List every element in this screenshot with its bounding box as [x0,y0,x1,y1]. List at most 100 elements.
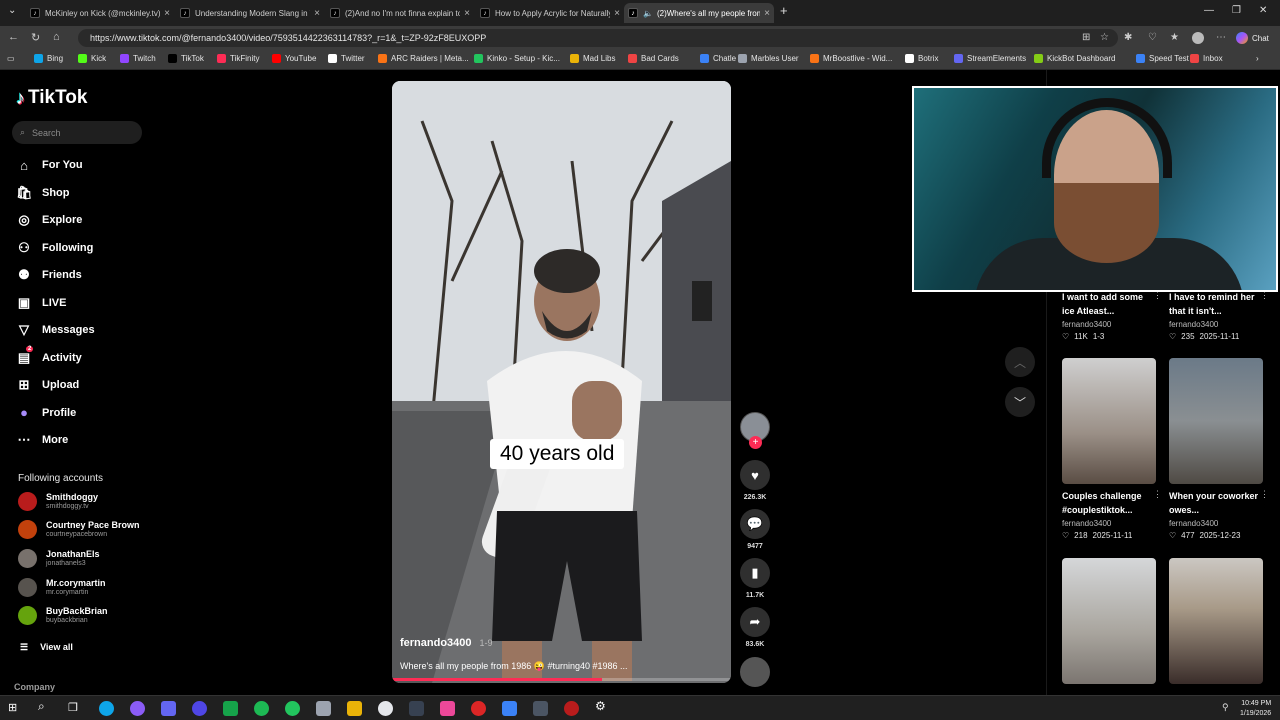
bookmark-item[interactable]: Marbles User [738,54,799,63]
save-button[interactable]: ▮ 11.7K [740,558,770,599]
sidebar-item-friends[interactable]: ⚉ Friends [16,264,82,286]
minimize-icon[interactable]: — [1204,5,1214,16]
video-progress-bar[interactable] [392,678,731,681]
bookmark-item[interactable]: MrBoostlive - Wid... [810,54,892,63]
bookmark-item[interactable]: TikTok [168,54,204,63]
bookmark-item[interactable]: YouTube [272,54,316,63]
bookmark-item[interactable]: Botrix [905,54,938,63]
settings-gear-icon[interactable]: ⚙ [595,699,610,714]
network-icon[interactable]: ⚲ [1222,702,1237,717]
sidebar-item-activity[interactable]: ▤ 2 Activity [16,345,82,369]
tab-2[interactable]: ♪ Understanding Modern Slang in W × [176,3,324,23]
recommended-video-card[interactable]: Couples challenge #couplestiktok... fern… [1062,358,1162,540]
bookmark-item[interactable]: Kick [78,54,106,63]
app-icon[interactable] [223,701,238,716]
next-video-button[interactable]: ﹀ [1005,387,1035,417]
chevron-right-icon[interactable]: › [1256,54,1259,63]
url-input[interactable]: https://www.tiktok.com/@fernando3400/vid… [78,29,1118,47]
bookmark-item[interactable]: StreamElements [954,54,1026,63]
bookmark-item[interactable]: Inbox [1190,54,1223,63]
app-icon[interactable] [502,701,517,716]
maximize-icon[interactable]: ❐ [1232,5,1241,16]
video-author[interactable]: fernando3400 1-9 [400,637,493,649]
close-icon[interactable]: × [464,8,470,19]
more-options-icon[interactable]: ⋮ [1153,489,1162,500]
search-input[interactable]: ⌕ Search [12,121,142,144]
tab-list-icon[interactable]: ⌄ [8,5,16,16]
tab-5-active[interactable]: ♪ 🔈 (2)Where's all my people from × [624,3,774,23]
back-icon[interactable]: ← [8,31,19,43]
bookmark-item[interactable]: Chatle [700,54,736,63]
app-icon[interactable] [192,701,207,716]
app-icon[interactable] [409,701,424,716]
sidebar-item-live[interactable]: ▣ LIVE [16,292,67,314]
video-player[interactable]: 40 years old fernando3400 1-9 Where's all… [392,81,731,683]
sidebar-item-profile[interactable]: ● Profile [16,402,76,424]
tab-3[interactable]: ♪ (2)And no I'm not finna explain to × [326,3,474,23]
bookmark-item[interactable]: Kinko - Setup - Kic... [474,54,560,63]
recommended-video-card[interactable]: I want to add some ice Atleast... fernan… [1062,290,1162,341]
sidebar-item-upload[interactable]: ⊞ Upload [16,374,80,396]
sidebar-item-following[interactable]: ⚇ Following [16,237,93,259]
recommended-video-card[interactable] [1062,558,1156,684]
bookmark-item[interactable]: Bad Cards [628,54,679,63]
recommended-video-card[interactable]: When your coworker owes... fernando3400 … [1169,358,1269,540]
edge-icon[interactable] [99,701,114,716]
bookmark-item[interactable]: TikFinity [217,54,259,63]
profile-avatar[interactable] [1192,32,1204,44]
task-view-icon[interactable]: ❐ [68,701,83,716]
bookmark-item[interactable]: KickBot Dashboard [1034,54,1115,63]
bookmark-item[interactable]: Mad Libs [570,54,615,63]
app-icon[interactable] [378,701,393,716]
speaker-icon[interactable]: 🔈 [643,9,653,18]
bookmark-item[interactable]: Speed Test [1136,54,1189,63]
app-icon[interactable] [440,701,455,716]
new-tab-button[interactable]: + [780,3,788,18]
recommended-video-card[interactable]: I have to remind her that it isn't... fe… [1169,290,1269,341]
previous-video-button[interactable]: ︿ [1005,347,1035,377]
close-window-icon[interactable]: ✕ [1259,5,1267,16]
extensions-icon[interactable]: ✱ [1124,32,1132,43]
comment-button[interactable]: 💬 9477 [740,509,770,550]
start-icon[interactable]: ⊞ [8,701,23,716]
view-all-link[interactable]: ☰ View all [20,642,73,653]
favorites-icon[interactable]: ★ [1170,32,1179,43]
bookmark-item[interactable]: Twitch [120,54,156,63]
sidebar-item-for-you[interactable]: ⌂ For You [16,154,82,176]
menu-dots-icon[interactable]: ⋯ [1216,32,1226,43]
app-icon[interactable] [316,701,331,716]
search-icon[interactable]: ⌕ [38,699,53,714]
favorite-star-icon[interactable]: ☆ [1100,32,1109,43]
follow-plus-icon[interactable]: + [749,436,762,449]
refresh-icon[interactable]: ↻ [31,31,40,44]
close-icon[interactable]: × [764,8,770,19]
app-icon[interactable] [130,701,145,716]
tiktok-logo[interactable]: ♪ TikTok [16,87,87,109]
following-account-item[interactable]: JonathanEls jonathanels3 [18,545,100,571]
app-icon[interactable] [285,701,300,716]
share-button[interactable]: ➦ 83.6K [740,607,770,648]
copilot-chat-button[interactable]: Chat [1236,30,1276,46]
bookmarks-icon[interactable]: ▭ [7,54,15,63]
app-icon[interactable] [471,701,486,716]
close-icon[interactable]: × [614,8,620,19]
folder-icon[interactable] [347,701,362,716]
following-account-item[interactable]: Mr.corymartin mr.corymartin [18,574,106,600]
home-icon[interactable]: ⌂ [53,31,60,43]
bookmark-item[interactable]: Twitter [328,54,365,63]
tab-1[interactable]: ♪ McKinley on Kick (@mckinley.tv) | × [26,3,174,23]
sidebar-item-messages[interactable]: ▽ Messages [16,319,95,341]
following-account-item[interactable]: BuyBackBrian buybackbrian [18,603,108,629]
close-icon[interactable]: × [164,8,170,19]
more-options-icon[interactable]: ⋮ [1260,489,1269,500]
bookmark-item[interactable]: Bing [34,54,63,63]
music-disc[interactable] [740,657,770,687]
system-clock[interactable]: 10:49 PM 1/19/2026 [1240,699,1271,719]
bookmark-item[interactable]: ARC Raiders | Meta... [378,54,469,63]
terminal-icon[interactable] [533,701,548,716]
apps-icon[interactable]: ⊞ [1082,32,1090,43]
sidebar-item-shop[interactable]: 🛍 Shop [16,182,70,204]
sidebar-item-more[interactable]: ⋯ More [16,429,69,451]
browser-essentials-icon[interactable]: ♡ [1148,32,1157,43]
sidebar-item-explore[interactable]: ◎ Explore [16,209,82,231]
